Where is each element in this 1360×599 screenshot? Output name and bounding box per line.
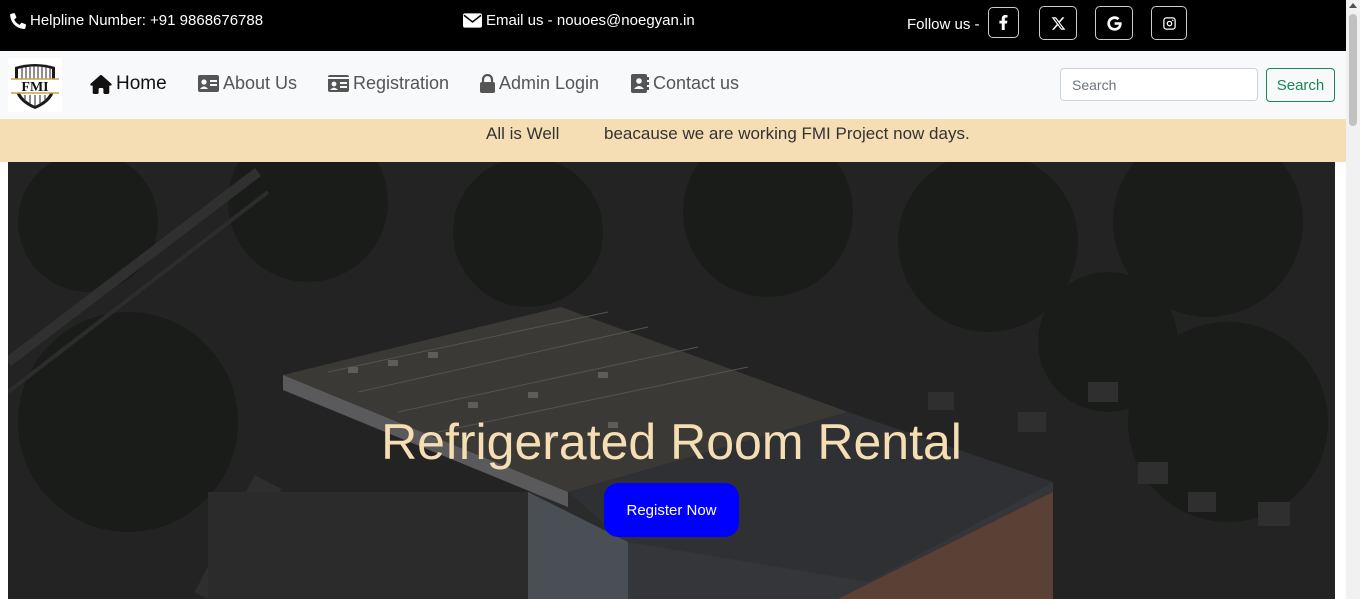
nav-admin-login[interactable]: Admin Login bbox=[480, 73, 599, 94]
email-text[interactable]: Email us - nouoes@noegyan.in bbox=[486, 12, 695, 29]
google-icon bbox=[1106, 15, 1122, 31]
helpline-text: Helpline Number: +91 9868676788 bbox=[30, 12, 264, 29]
search-input[interactable] bbox=[1060, 68, 1258, 101]
page: Helpline Number: +91 9868676788 Email us… bbox=[0, 0, 1346, 599]
phone-icon bbox=[10, 12, 26, 29]
nav-home[interactable]: Home bbox=[90, 73, 167, 95]
nav-contact-label: Contact us bbox=[653, 73, 740, 93]
nav-registration-label: Registration bbox=[353, 73, 450, 93]
hero-banner: Refrigerated Room Rental Register Now bbox=[8, 162, 1335, 599]
google-link[interactable] bbox=[1095, 6, 1133, 40]
helpline: Helpline Number: +91 9868676788 bbox=[10, 12, 263, 29]
main-navbar: FMI Home About Us Registration Admin Log… bbox=[0, 51, 1346, 119]
svg-text:FMI: FMI bbox=[21, 80, 48, 95]
nav-contact[interactable]: Contact us bbox=[631, 73, 739, 94]
scrollbar-thumb[interactable] bbox=[1349, 14, 1357, 126]
instagram-link[interactable] bbox=[1151, 6, 1187, 40]
nav-about-label: About Us bbox=[223, 73, 298, 93]
id-card-icon bbox=[328, 75, 349, 92]
id-card-icon bbox=[198, 75, 219, 92]
nav-registration[interactable]: Registration bbox=[328, 73, 449, 94]
register-now-button[interactable]: Register Now bbox=[604, 483, 739, 537]
email-info: Email us - nouoes@noegyan.in bbox=[463, 12, 695, 29]
top-info-bar: Helpline Number: +91 9868676788 Email us… bbox=[0, 0, 1346, 51]
x-icon bbox=[1051, 16, 1065, 30]
facebook-link[interactable] bbox=[988, 7, 1019, 38]
page-scrollbar[interactable] bbox=[1346, 0, 1360, 599]
fmi-logo[interactable]: FMI bbox=[8, 58, 62, 112]
marquee-text-1: All is Well bbox=[486, 124, 560, 143]
nav-admin-login-label: Admin Login bbox=[499, 73, 600, 93]
home-icon bbox=[90, 74, 112, 94]
shield-logo-icon: FMI bbox=[11, 64, 59, 109]
facebook-icon bbox=[999, 15, 1008, 30]
scroll-up-arrow-icon[interactable] bbox=[1349, 3, 1357, 8]
nav-about[interactable]: About Us bbox=[198, 73, 297, 94]
nav-home-label: Home bbox=[116, 73, 167, 94]
instagram-icon bbox=[1162, 16, 1176, 30]
announcement-marquee: All is Well beacause we are working FMI … bbox=[0, 119, 1346, 162]
hero-title: Refrigerated Room Rental bbox=[381, 414, 962, 470]
x-link[interactable] bbox=[1039, 6, 1077, 40]
lock-icon bbox=[480, 74, 495, 93]
search-button[interactable]: Search bbox=[1266, 68, 1335, 102]
envelope-icon bbox=[463, 13, 482, 28]
marquee-text-2: beacause we are working FMI Project now … bbox=[604, 124, 970, 143]
contact-book-icon bbox=[631, 74, 649, 93]
follow-label: Follow us - bbox=[907, 16, 980, 33]
